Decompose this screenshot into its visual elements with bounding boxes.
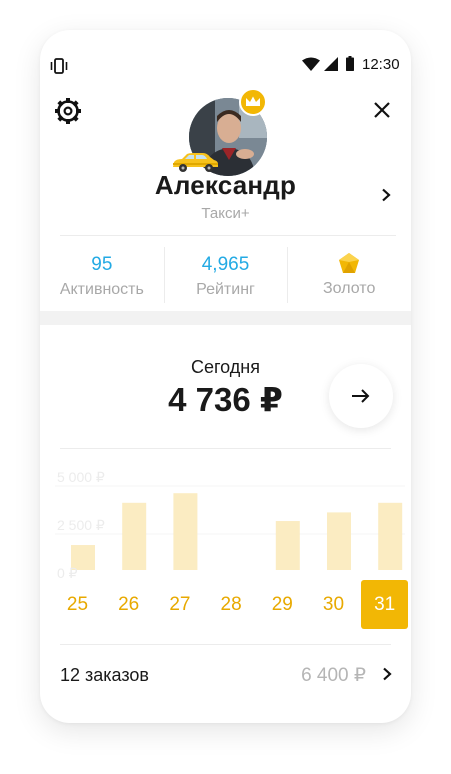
stat-label: Активность [59,281,144,298]
day-selector: 25 26 27 28 29 30 31 [50,580,409,630]
stat-label: Золото [323,280,376,297]
chevron-right-icon [383,667,392,681]
day-29[interactable]: 29 [259,580,306,629]
chart-bar [327,512,351,570]
crown-badge [239,88,267,116]
stat-value: 4,965 [201,254,250,275]
chart-bar [378,502,403,570]
vibrate-icon [50,58,68,74]
day-28[interactable]: 28 [208,580,255,629]
divider [60,235,396,236]
phone-screen: 12:30 Александр Такси+ 95 Активность 4,9… [40,30,411,723]
chevron-right-icon[interactable] [381,188,391,202]
stat-label: Рейтинг [196,281,255,298]
chart-bar [173,493,198,570]
close-icon[interactable] [373,101,391,119]
orders-row[interactable]: 12 заказов 6 400 ₽ [40,645,411,705]
stat-value: 95 [91,254,113,275]
driver-tariff: Такси+ [201,205,250,222]
arrow-right-icon [352,389,370,403]
gold-gem-icon [339,253,360,273]
signal-icon [324,57,338,71]
chart-bar [122,502,147,570]
day-26[interactable]: 26 [105,580,152,629]
y-tick-label: 0 ₽ [57,565,78,578]
driver-name: Александр [154,170,297,200]
stat-gold[interactable]: Золото [287,237,411,313]
crown-icon [246,96,260,106]
day-30[interactable]: 30 [310,580,357,629]
day-31[interactable]: 31 [361,580,409,629]
stat-activity[interactable]: 95 Активность [40,237,164,313]
day-27[interactable]: 27 [156,580,203,629]
earnings-bar-chart: 5 000 ₽ 2 500 ₽ 0 ₽ [55,469,405,578]
status-time: 12:30 [362,56,400,73]
divider [60,448,391,449]
wifi-icon [302,57,320,71]
day-25[interactable]: 25 [54,580,101,629]
y-tick-label: 5 000 ₽ [57,469,105,485]
chart-bar [275,521,300,570]
y-tick-label: 2 500 ₽ [57,517,105,533]
stat-rating[interactable]: 4,965 Рейтинг [163,237,288,313]
gear-icon[interactable] [54,97,82,125]
battery-icon [346,56,354,71]
status-bar: 12:30 [40,30,411,90]
section-separator [40,311,411,325]
stats-row: 95 Активность 4,965 Рейтинг Золото [40,237,411,313]
orders-sum: 6 400 ₽ [301,665,366,686]
earnings-details-button[interactable] [329,364,393,428]
orders-count: 12 заказов [60,665,149,685]
